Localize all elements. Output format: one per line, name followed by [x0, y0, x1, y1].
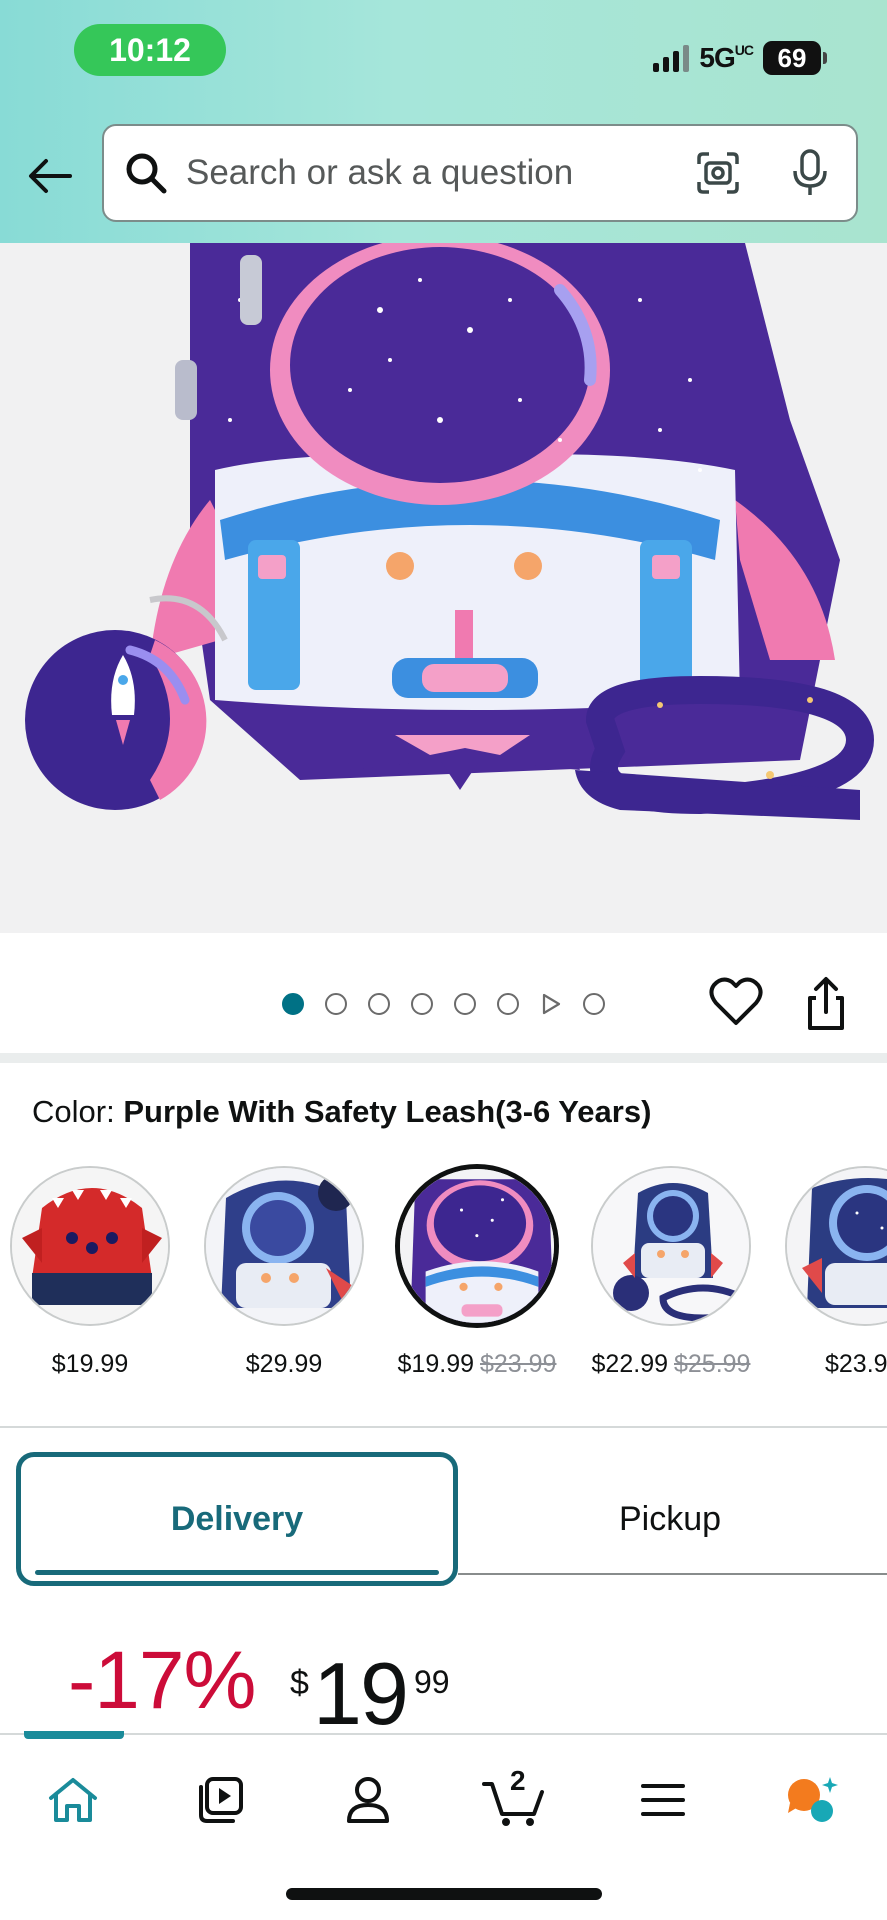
swatch-list-price: $25.99 — [674, 1350, 751, 1378]
swatch-price: $22.99 $25.99 — [591, 1350, 751, 1378]
tab-pickup-label: Pickup — [618, 1499, 722, 1538]
image-pagination[interactable] — [282, 993, 605, 1015]
swatch-image — [785, 1166, 887, 1326]
tab-delivery-label: Delivery — [170, 1499, 304, 1538]
color-label: Color: — [32, 1094, 115, 1129]
rufus-chat-icon — [788, 1777, 838, 1822]
pagination-dot[interactable] — [368, 993, 390, 1015]
nav-menu[interactable] — [628, 1765, 698, 1835]
video-icon — [199, 1777, 243, 1823]
price-currency: $ — [290, 1664, 309, 1702]
cart-count-badge: 2 — [510, 1765, 526, 1796]
price-whole: 19 — [313, 1644, 409, 1743]
status-indicators: 5GUC 69 — [653, 40, 827, 76]
nav-cart[interactable]: 2 — [480, 1765, 550, 1835]
menu-icon — [641, 1784, 685, 1816]
arrow-left-icon — [29, 159, 72, 193]
heart-icon — [709, 977, 763, 1025]
account-icon — [347, 1777, 389, 1823]
swatch-price: $19.99 $23.99 — [397, 1350, 557, 1378]
status-time: 10:12 — [74, 24, 226, 76]
battery-level: 69 — [763, 41, 821, 75]
nav-rufus[interactable] — [776, 1765, 846, 1835]
swatch-image — [395, 1164, 559, 1328]
swatch-image — [10, 1166, 170, 1326]
swatch-price: $23.9 — [825, 1350, 887, 1378]
pagination-dot[interactable] — [497, 993, 519, 1015]
cellular-signal-icon — [653, 44, 690, 72]
home-icon — [49, 1778, 97, 1822]
tab-delivery[interactable]: Delivery — [16, 1452, 458, 1586]
section-divider — [0, 1053, 887, 1063]
pagination-dot[interactable] — [411, 993, 433, 1015]
tab-pickup[interactable]: Pickup — [460, 1452, 880, 1586]
camera-lens-icon — [697, 152, 739, 194]
wishlist-button[interactable] — [708, 976, 764, 1028]
pagination-dot[interactable] — [583, 993, 605, 1015]
back-button[interactable] — [24, 150, 76, 202]
search-icon — [124, 151, 168, 195]
camera-lens-button[interactable] — [692, 147, 744, 199]
color-selection-label: Color: Purple With Safety Leash(3-6 Year… — [32, 1094, 651, 1130]
share-icon — [808, 977, 844, 1030]
nav-video[interactable] — [185, 1765, 255, 1835]
pagination-dot[interactable] — [454, 993, 476, 1015]
tabs-baseline — [458, 1573, 887, 1575]
price-fraction: 99 — [414, 1664, 450, 1700]
nav-home[interactable] — [38, 1765, 108, 1835]
microphone-button[interactable] — [784, 147, 836, 199]
rocket-backpack-illustration — [25, 243, 875, 820]
swatch-image — [591, 1166, 751, 1326]
tab-active-underline — [35, 1570, 439, 1575]
network-type: 5GUC — [699, 42, 754, 73]
header: 10:12 5GUC 69 Search or ask a question — [0, 0, 887, 243]
share-button[interactable] — [802, 976, 854, 1032]
pagination-dot[interactable] — [325, 993, 347, 1015]
nav-account[interactable] — [333, 1765, 403, 1835]
microphone-icon — [793, 149, 827, 195]
pagination-dot-active[interactable] — [282, 993, 304, 1015]
product-image[interactable] — [0, 243, 887, 933]
product-page: 10:12 5GUC 69 Search or ask a question C… — [0, 0, 887, 1920]
search-input[interactable]: Search or ask a question — [186, 153, 692, 193]
swatch-image — [204, 1166, 364, 1326]
color-value: Purple With Safety Leash(3-6 Years) — [123, 1094, 652, 1129]
swatch-list-price: $23.99 — [480, 1350, 557, 1378]
swatch-price: $19.99 — [51, 1350, 129, 1378]
video-play-icon[interactable] — [540, 993, 562, 1015]
battery-icon: 69 — [763, 41, 827, 75]
color-swatch-carousel[interactable]: $19.99 $29.99 $19.99 $23.99 $22.99 $25.99 — [0, 1162, 887, 1392]
section-divider — [0, 1426, 887, 1428]
search-bar[interactable]: Search or ask a question — [102, 124, 858, 222]
home-indicator — [286, 1888, 602, 1900]
discount-percentage: -17% — [68, 1635, 256, 1726]
swatch-price: $29.99 — [245, 1350, 323, 1378]
nav-active-indicator — [24, 1731, 124, 1739]
